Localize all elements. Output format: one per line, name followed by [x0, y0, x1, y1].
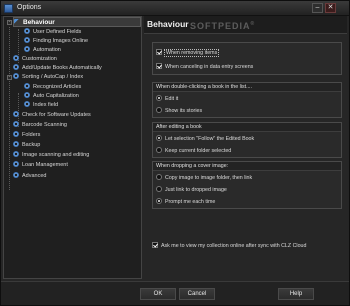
tree-connector	[9, 27, 10, 190]
checkbox[interactable]	[152, 242, 158, 248]
tree-item-add-update-books[interactable]: Add/Update Books Automatically	[13, 64, 102, 73]
radio-button[interactable]	[156, 135, 162, 141]
tree-item-behaviour[interactable]: Behaviour	[13, 17, 141, 27]
minimize-button[interactable]: –	[312, 3, 323, 13]
tree-item-user-defined-fields[interactable]: User Defined Fields	[24, 28, 81, 37]
options-tree[interactable]: - Behaviour User Defined Fields Finding …	[3, 16, 142, 279]
tree-item-loan-management[interactable]: Loan Management	[13, 161, 68, 170]
group-header: When double-clicking a book in the list.…	[153, 83, 341, 92]
radio-button[interactable]	[156, 186, 162, 192]
app-icon	[4, 4, 13, 13]
settings-panel: Behaviour SOFTPEDIA® When removing items…	[144, 16, 347, 279]
tree-item-barcode-scanning[interactable]: Barcode Scanning	[13, 121, 67, 130]
tree-item-sorting-autocap-index[interactable]: Sorting / AutoCap / Index	[13, 73, 83, 82]
page-title: Behaviour	[147, 19, 189, 29]
copy-image-option[interactable]: Copy image to image folder, then link	[156, 174, 252, 182]
tree-item-index-field[interactable]: Index field	[24, 101, 58, 110]
after-editing-group: After editing a book Let selection "Foll…	[152, 122, 342, 158]
group-header: After editing a book	[153, 123, 341, 132]
confirm-removing-option[interactable]: When removing items	[156, 49, 220, 57]
tree-item-customization[interactable]: Customization	[13, 55, 57, 64]
show-stories-option[interactable]: Show its stories	[156, 107, 202, 115]
confirm-canceling-option[interactable]: When canceling in data entry screens	[156, 63, 253, 71]
tree-item-auto-capitalization[interactable]: Auto Capitalization	[24, 92, 79, 101]
follow-edited-book-option[interactable]: Let selection "Follow" the Edited Book	[156, 135, 254, 143]
tree-item-folders[interactable]: Folders	[13, 131, 40, 140]
tree-item-automation[interactable]: Automation	[24, 46, 61, 55]
gear-icon	[13, 64, 19, 70]
gear-icon	[13, 161, 19, 167]
gear-icon	[13, 151, 19, 157]
confirm-group: When removing items When canceling in da…	[152, 42, 342, 75]
options-window: Options – ✕ - Behaviour User Defined Fie…	[0, 0, 350, 306]
radio-button[interactable]	[156, 107, 162, 113]
view-online-after-sync-option[interactable]: Ask me to view my collection online afte…	[152, 242, 306, 250]
gear-icon	[13, 73, 19, 79]
keep-folder-option[interactable]: Keep current folder selected	[156, 147, 231, 155]
panel-header: Behaviour SOFTPEDIA®	[144, 16, 347, 34]
close-button[interactable]: ✕	[325, 3, 336, 13]
tree-item-recognized-articles[interactable]: Recognized Articles	[24, 83, 81, 92]
radio-button[interactable]	[156, 95, 162, 101]
gear-icon	[13, 111, 19, 117]
ok-button[interactable]: OK	[140, 288, 176, 300]
gear-icon	[13, 141, 19, 147]
gear-icon	[24, 83, 30, 89]
radio-button[interactable]	[156, 147, 162, 153]
window-title: Options	[17, 4, 42, 11]
button-bar: OK Cancel Help	[1, 281, 349, 305]
tree-item-advanced[interactable]: Advanced	[13, 172, 46, 181]
radio-button[interactable]	[156, 174, 162, 180]
gear-icon	[24, 46, 30, 52]
collapse-toggle[interactable]: -	[7, 75, 12, 80]
edit-it-option[interactable]: Edit it	[156, 95, 178, 103]
tools-icon	[14, 19, 20, 25]
tree-item-backup[interactable]: Backup	[13, 141, 40, 150]
gear-icon	[24, 28, 30, 34]
help-button[interactable]: Help	[278, 288, 314, 300]
group-header: When dropping a cover image:	[153, 162, 341, 171]
checkbox[interactable]	[156, 49, 162, 55]
watermark: SOFTPEDIA®	[190, 21, 256, 31]
gear-icon	[24, 101, 30, 107]
collapse-toggle[interactable]: -	[7, 20, 12, 25]
double-click-group: When double-clicking a book in the list.…	[152, 82, 342, 118]
gear-icon	[13, 121, 19, 127]
gear-icon	[13, 131, 19, 137]
gear-icon	[24, 92, 30, 98]
checkbox[interactable]	[156, 63, 162, 69]
radio-button[interactable]	[156, 198, 162, 204]
tree-item-image-scanning[interactable]: Image scanning and editing	[13, 151, 89, 160]
just-link-option[interactable]: Just link to dropped image	[156, 186, 227, 194]
tree-item-finding-images-online[interactable]: Finding Images Online	[24, 37, 88, 46]
cancel-button[interactable]: Cancel	[179, 288, 215, 300]
gear-icon	[24, 37, 30, 43]
tree-item-check-for-updates[interactable]: Check for Software Updates	[13, 111, 91, 120]
cover-image-group: When dropping a cover image: Copy image …	[152, 161, 342, 209]
title-bar[interactable]: Options – ✕	[1, 1, 349, 16]
prompt-each-time-option[interactable]: Prompt me each time	[156, 198, 215, 206]
gear-icon	[13, 55, 19, 61]
gear-icon	[13, 172, 19, 178]
